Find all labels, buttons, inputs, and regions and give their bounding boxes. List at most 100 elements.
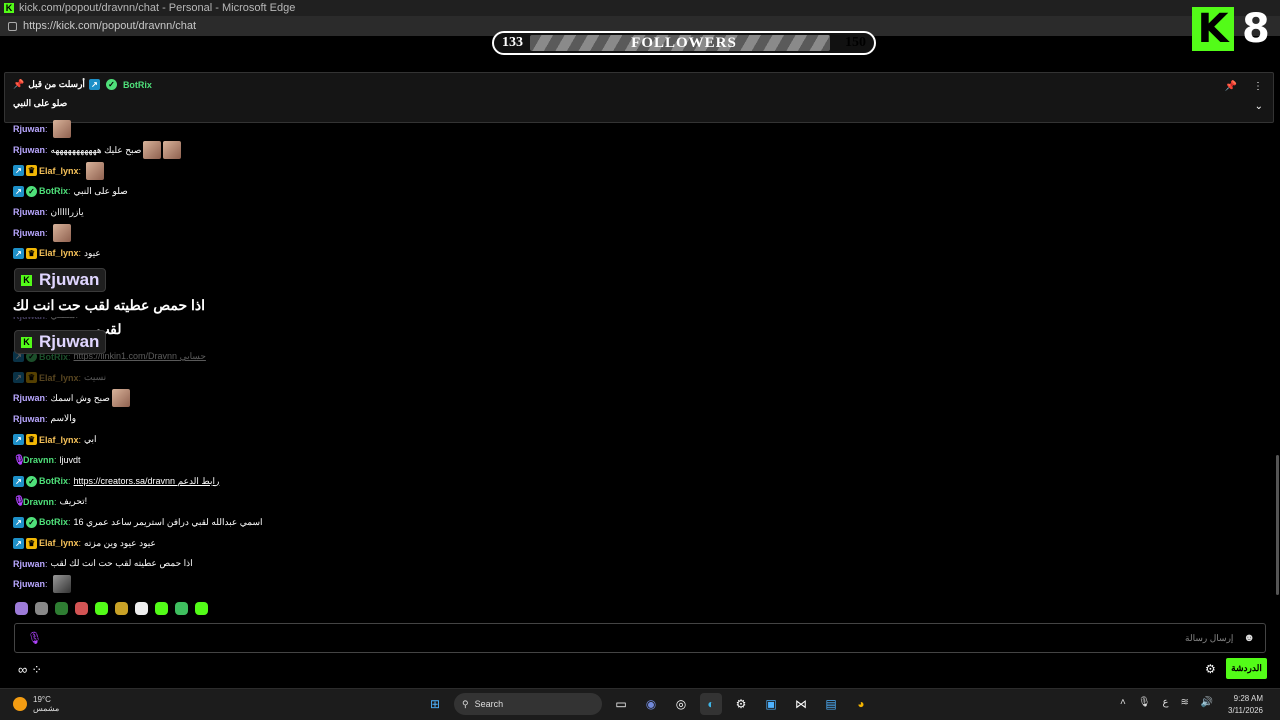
chat-username[interactable]: Elaf_lynx: [39, 538, 79, 548]
chat-username[interactable]: Rjuwan: [13, 228, 45, 238]
overlay-card-name: Rjuwan: [39, 270, 100, 289]
photos-icon[interactable]: ▤: [820, 693, 842, 715]
moderator-badge-icon: ↗: [88, 79, 100, 90]
chat-username[interactable]: Elaf_lynx: [39, 373, 79, 383]
emote-icon[interactable]: [115, 602, 128, 615]
chat-text: والاسم: [50, 413, 77, 424]
volume-icon[interactable]: 🔊: [1201, 697, 1213, 708]
discord-icon[interactable]: ◉: [640, 693, 662, 715]
chat-text[interactable]: https://creators.sa/dravnn رابط الدعم: [74, 476, 220, 487]
more-options-icon[interactable]: ⋮: [1253, 81, 1263, 92]
chat-message: ↗ ✓ BotRix: https://creators.sa/dravnn رابط…: [13, 471, 1213, 492]
chat-username[interactable]: Rjuwan: [13, 393, 45, 403]
chat-username[interactable]: BotRix: [39, 186, 68, 196]
chat-username[interactable]: Rjuwan: [13, 559, 45, 569]
task-view-icon[interactable]: ▭: [610, 693, 632, 715]
emote-icon: [52, 575, 71, 594]
emoji-icon[interactable]: ☻: [1243, 632, 1255, 644]
colon-separator: :: [68, 517, 71, 528]
chat-username[interactable]: Rjuwan: [13, 207, 45, 217]
colon-separator: :: [45, 393, 48, 404]
colon-separator: :: [68, 186, 71, 197]
taskbar-apps: ⊞ ⚲ Search ▭ ◉ ◎ ◐ ⚙ ▣ ⋈ ▤ ◕: [424, 693, 872, 715]
search-label: Search: [474, 699, 504, 709]
moderator-badge-icon: ↗: [13, 185, 24, 197]
chat-username[interactable]: BotRix: [39, 476, 68, 486]
verified-badge-icon: ✓: [26, 516, 37, 528]
pinned-user[interactable]: BotRix: [123, 80, 152, 90]
unpin-icon[interactable]: 📌: [1225, 81, 1237, 92]
emote-icon[interactable]: [135, 602, 148, 615]
windows-taskbar: 19°C مشمس ⊞ ⚲ Search ▭ ◉ ◎ ◐ ⚙ ▣ ⋈ ▤ ◕ ˄…: [0, 688, 1280, 720]
chat-message: [13, 326, 1213, 347]
windows-start-icon[interactable]: ⊞: [424, 693, 446, 715]
chrome-icon[interactable]: ◕: [850, 693, 872, 715]
colon-separator: :: [78, 538, 82, 549]
chat-send-button[interactable]: الدردشة: [1226, 658, 1267, 679]
chat-message: Rjuwan: يازرااااان: [13, 202, 1213, 223]
chat-username[interactable]: Dravnn: [23, 497, 54, 507]
store-icon[interactable]: ▣: [760, 693, 782, 715]
emote-icon[interactable]: [195, 602, 208, 615]
moderator-badge-icon: ↗: [13, 165, 24, 177]
chat-username[interactable]: Elaf_lynx: [39, 248, 79, 258]
chat-username[interactable]: Dravnn: [23, 455, 54, 465]
clock[interactable]: 9:28 AM 3/11/2026: [1228, 693, 1263, 717]
colon-separator: :: [78, 165, 82, 176]
emote-icon[interactable]: [35, 602, 48, 615]
emote-icon: [52, 223, 71, 242]
moderator-badge-icon: ↗: [13, 516, 24, 528]
chat-username[interactable]: Rjuwan: [13, 579, 45, 589]
language-indicator[interactable]: ع: [1163, 697, 1169, 708]
infinity-icon[interactable]: ∞: [18, 662, 27, 678]
url-text[interactable]: https://kick.com/popout/dravnn/chat: [23, 20, 196, 32]
colon-separator: :: [78, 248, 82, 259]
mic-tray-icon[interactable]: 🎙: [1138, 697, 1151, 708]
wifi-icon[interactable]: ≋: [1181, 697, 1189, 708]
chat-message: ↗ ✓ BotRix: https://linkin1.com/Dravnn حساب…: [13, 347, 1213, 368]
chat-username[interactable]: Rjuwan: [13, 145, 45, 155]
emote-icon[interactable]: [155, 602, 168, 615]
obs-icon[interactable]: ◎: [670, 693, 692, 715]
scrollbar[interactable]: [1276, 455, 1279, 595]
capcut-icon[interactable]: ⋈: [790, 693, 812, 715]
microphone-badge-icon: 🎙: [13, 496, 26, 508]
emote-icon[interactable]: [175, 602, 188, 615]
message-input[interactable]: 🎙 إرسال رسالة ☻: [14, 623, 1266, 653]
chat-text: عيود عيود وين مزته: [84, 537, 156, 548]
crown-badge-icon: ♛: [26, 372, 37, 384]
chat-text: اسمي عبدالله لقبي درافن استريمر ساعد عمر…: [73, 516, 263, 527]
crown-badge-icon: ♛: [26, 165, 37, 177]
chat-username[interactable]: Rjuwan: [13, 124, 45, 134]
followers-goal-bar: 133 FOLLOWERS 150: [492, 31, 876, 55]
colon-separator: :: [45, 207, 48, 218]
chat-username[interactable]: Rjuwan: [13, 414, 45, 424]
chat-text: يازرااااان: [50, 206, 84, 217]
taskbar-search[interactable]: ⚲ Search: [454, 693, 602, 715]
crown-badge-icon: ♛: [26, 537, 37, 549]
chevron-up-icon[interactable]: ˄: [1120, 697, 1126, 708]
overlay-card-name: Rjuwan: [39, 332, 100, 351]
weather-widget[interactable]: 19°C مشمس: [13, 695, 59, 713]
followers-goal: 150: [845, 35, 866, 50]
edge-icon[interactable]: ◐: [700, 693, 722, 715]
colon-separator: :: [68, 476, 71, 487]
chat-text: اذا حمص عطيته لقب حت انت لك لقب: [50, 558, 193, 569]
settings-gear-icon[interactable]: ⚙: [1205, 662, 1216, 676]
microphone-icon[interactable]: 🎙: [27, 631, 42, 645]
chat-username[interactable]: Elaf_lynx: [39, 435, 79, 445]
chat-username[interactable]: BotRix: [39, 517, 68, 527]
chevron-down-icon[interactable]: ⌄: [1255, 101, 1263, 112]
emote-icon[interactable]: [55, 602, 68, 615]
chat-text: صلو على النبي: [73, 185, 128, 196]
dots-icon[interactable]: ⁘: [31, 662, 42, 678]
emote-icon[interactable]: [15, 602, 28, 615]
search-icon: ⚲: [462, 698, 469, 709]
chat-username[interactable]: Elaf_lynx: [39, 166, 79, 176]
emote-icon[interactable]: [95, 602, 108, 615]
chat-message: ↗ ✓ BotRix: اسمي عبدالله لقبي درافن استريمر…: [13, 512, 1213, 533]
emote-icon[interactable]: [75, 602, 88, 615]
chat-text: نسيت: [84, 372, 107, 383]
chat-text: ابي: [84, 434, 97, 445]
steam-icon[interactable]: ⚙: [730, 693, 752, 715]
